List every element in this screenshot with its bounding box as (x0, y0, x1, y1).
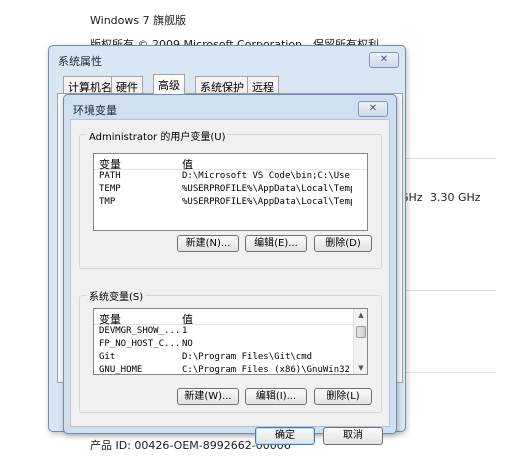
scroll-up-icon[interactable]: ▲ (354, 309, 367, 321)
list-item[interactable]: TMP %USERPROFILE%\AppData\Local\Temp (94, 196, 367, 209)
tab-computer-name[interactable]: 计算机名 (63, 76, 117, 94)
divider (400, 158, 496, 159)
ok-button[interactable]: 确定 (255, 427, 315, 445)
variable-value: %USERPROFILE%\AppData\Local\Temp (182, 197, 352, 207)
window-title: 环境变量 (73, 104, 117, 117)
variable-name: TMP (99, 197, 116, 207)
variable-value: NO (182, 339, 193, 349)
divider (400, 290, 496, 291)
list-item[interactable]: PATH D:\Microsoft VS Code\bin;C:\Use... (94, 170, 367, 183)
close-button[interactable]: ✕ (358, 101, 388, 117)
list-header: 变量 值 (94, 154, 367, 171)
dialog-body: Administrator 的用户变量(U) 变量 值 PATH D:\Micr… (70, 119, 390, 445)
tab-advanced[interactable]: 高级 (153, 74, 185, 94)
variable-name: DEVMGR_SHOW_... (99, 326, 181, 336)
user-delete-button[interactable]: 删除(D) (314, 235, 372, 252)
variable-name: FP_NO_HOST_C... (99, 339, 181, 349)
cpu-freq-value: 3.30 GHz (430, 191, 481, 204)
system-variables-list[interactable]: 变量 值 DEVMGR_SHOW_... 1 FP_NO_HOST_C... N… (93, 308, 368, 375)
cancel-button[interactable]: 取消 (323, 427, 383, 445)
variable-value: %USERPROFILE%\AppData\Local\Temp (182, 184, 352, 194)
list-item[interactable]: DEVMGR_SHOW_... 1 (94, 325, 367, 338)
environment-variables-window: 环境变量 ✕ Administrator 的用户变量(U) 变量 值 PATH … (63, 94, 397, 445)
variable-value: 1 (182, 326, 188, 336)
user-new-button[interactable]: 新建(N)... (177, 235, 239, 252)
user-variables-label: Administrator 的用户变量(U) (87, 128, 228, 143)
list-item[interactable]: Git D:\Program Files\Git\cmd (94, 351, 367, 364)
user-edit-button[interactable]: 编辑(E)... (245, 235, 307, 252)
variable-value: C:\Program Files (x86)\GnuWin32 (182, 365, 350, 375)
scrollbar[interactable]: ▲ ▼ (353, 309, 367, 374)
system-edit-button[interactable]: 编辑(I)... (245, 388, 307, 405)
window-title: 系统属性 (58, 55, 102, 68)
close-button[interactable]: ✕ (369, 52, 399, 68)
windows-edition: Windows 7 旗舰版 (90, 14, 187, 27)
scroll-down-icon[interactable]: ▼ (354, 362, 367, 374)
tab-system-protection[interactable]: 系统保护 (195, 76, 249, 94)
variable-name: GNU_HOME (99, 365, 143, 375)
variable-value: D:\Microsoft VS Code\bin;C:\Use... (182, 171, 352, 181)
variable-name: PATH (99, 171, 121, 181)
list-item[interactable]: FP_NO_HOST_C... NO (94, 338, 367, 351)
list-header: 变量 值 (94, 309, 367, 326)
tab-hardware[interactable]: 硬件 (111, 76, 143, 94)
tab-remote[interactable]: 远程 (247, 76, 279, 94)
scroll-thumb[interactable] (356, 326, 366, 338)
system-delete-button[interactable]: 删除(L) (314, 388, 372, 405)
system-variables-label: 系统变量(S) (87, 288, 146, 303)
variable-value: D:\Program Files\Git\cmd (182, 352, 313, 362)
list-item[interactable]: GNU_HOME C:\Program Files (x86)\GnuWin32 (94, 364, 367, 375)
list-item[interactable]: TEMP %USERPROFILE%\AppData\Local\Temp (94, 183, 367, 196)
user-variables-list[interactable]: 变量 值 PATH D:\Microsoft VS Code\bin;C:\Us… (93, 153, 368, 231)
close-icon: ✕ (368, 103, 378, 114)
divider (400, 372, 496, 373)
variable-name: TEMP (99, 184, 121, 194)
variable-name: Git (99, 352, 116, 362)
system-new-button[interactable]: 新建(W)... (177, 388, 239, 405)
close-icon: ✕ (379, 54, 389, 65)
